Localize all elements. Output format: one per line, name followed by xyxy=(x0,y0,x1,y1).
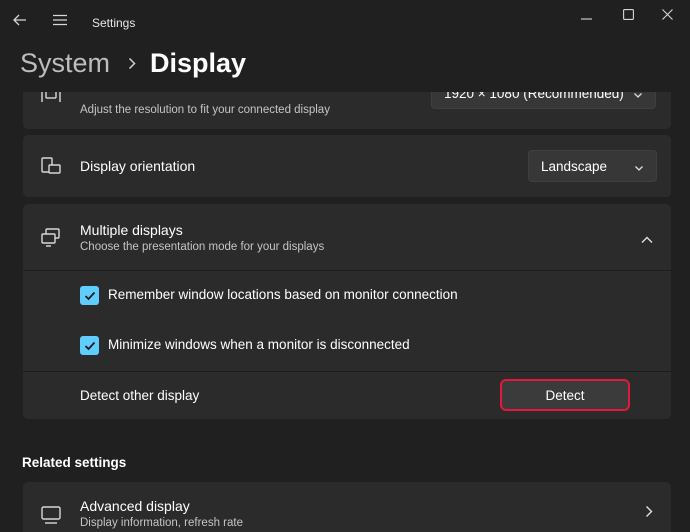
minimize-windows-label[interactable]: Minimize windows when a monitor is disco… xyxy=(108,337,410,352)
display-orientation-card: Display orientation Landscape xyxy=(23,135,671,197)
breadcrumb: System Display xyxy=(20,44,246,82)
back-button[interactable] xyxy=(8,0,32,44)
display-resolution-card: Adjust the resolution to fit your connec… xyxy=(23,92,671,129)
chevron-up-icon[interactable] xyxy=(641,231,653,249)
orientation-title: Display orientation xyxy=(80,158,196,174)
orientation-dropdown[interactable]: Landscape xyxy=(528,150,657,182)
detect-button[interactable]: Detect xyxy=(500,379,630,411)
hamburger-icon xyxy=(52,13,68,31)
advanced-display-card[interactable]: Advanced display Display information, re… xyxy=(23,482,671,532)
resolution-dropdown[interactable]: 1920 × 1080 (Recommended) xyxy=(431,92,656,109)
close-button[interactable] xyxy=(644,0,690,32)
advanced-display-subtitle: Display information, refresh rate xyxy=(80,517,243,529)
advanced-display-title: Advanced display xyxy=(80,498,190,514)
multiple-displays-icon xyxy=(40,226,62,248)
title-bar: Settings xyxy=(0,0,690,44)
multiple-displays-header[interactable]: Multiple displays Choose the presentatio… xyxy=(23,204,671,270)
monitor-icon xyxy=(40,504,62,526)
chevron-down-icon xyxy=(634,161,644,176)
settings-content[interactable]: Adjust the resolution to fit your connec… xyxy=(0,92,690,532)
chevron-right-icon xyxy=(128,57,136,70)
chevron-down-icon xyxy=(633,92,643,103)
minimize-windows-row: Minimize windows when a monitor is disco… xyxy=(23,321,671,371)
close-icon xyxy=(661,7,673,25)
resolution-subtitle: Adjust the resolution to fit your connec… xyxy=(80,104,330,116)
minimize-windows-checkbox[interactable] xyxy=(80,336,99,355)
detect-display-label: Detect other display xyxy=(80,388,200,403)
multiple-displays-title: Multiple displays xyxy=(80,222,183,238)
related-settings-heading: Related settings xyxy=(22,455,127,470)
back-arrow-icon xyxy=(13,13,27,31)
app-title: Settings xyxy=(92,16,136,30)
resolution-icon xyxy=(40,92,62,106)
page-title: Display xyxy=(150,47,247,78)
maximize-icon xyxy=(622,7,634,25)
orientation-value: Landscape xyxy=(541,158,608,174)
resolution-value: 1920 × 1080 (Recommended) xyxy=(444,92,624,101)
minimize-icon xyxy=(580,7,592,25)
minimize-button[interactable] xyxy=(563,0,609,32)
chevron-right-icon xyxy=(645,505,653,523)
multiple-displays-card: Multiple displays Choose the presentatio… xyxy=(23,204,671,419)
remember-locations-checkbox[interactable] xyxy=(80,286,99,305)
remember-window-locations-row: Remember window locations based on monit… xyxy=(23,271,671,321)
remember-locations-label[interactable]: Remember window locations based on monit… xyxy=(108,287,458,302)
breadcrumb-system-link[interactable]: System xyxy=(20,48,110,79)
multiple-displays-subtitle: Choose the presentation mode for your di… xyxy=(80,241,325,253)
orientation-icon xyxy=(40,155,62,177)
menu-button[interactable] xyxy=(48,0,72,44)
